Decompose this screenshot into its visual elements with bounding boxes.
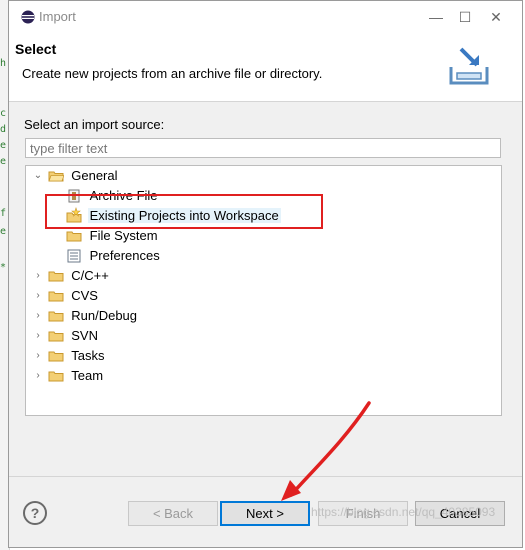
tree-item-label: C/C++: [71, 268, 109, 283]
eclipse-icon: [21, 10, 35, 24]
page-title: Select: [15, 41, 57, 57]
close-button[interactable]: ✕: [481, 5, 511, 29]
tree-item-tasks[interactable]: › Tasks: [32, 346, 106, 366]
page-description: Create new projects from an archive file…: [22, 66, 323, 81]
footer-divider: [9, 476, 522, 477]
tree-item-label: Archive File: [89, 188, 158, 203]
chevron-right-icon[interactable]: ›: [32, 306, 44, 326]
tree-item-cvs[interactable]: › CVS: [32, 286, 100, 306]
folder-icon: [48, 366, 64, 386]
help-button[interactable]: ?: [23, 501, 47, 525]
next-button[interactable]: Next >: [220, 501, 310, 526]
folder-open-icon: [48, 166, 65, 186]
folder-icon: [48, 266, 64, 286]
tree-item-cpp[interactable]: › C/C++: [32, 266, 111, 286]
maximize-button[interactable]: ☐: [450, 5, 480, 29]
tree-item-svn[interactable]: › SVN: [32, 326, 100, 346]
back-button[interactable]: < Back: [128, 501, 218, 526]
tree-item-team[interactable]: › Team: [32, 366, 105, 386]
filter-input[interactable]: [25, 138, 501, 158]
tree-item-existing-projects[interactable]: Existing Projects into Workspace: [66, 206, 281, 226]
chevron-down-icon[interactable]: ⌄: [32, 166, 44, 186]
wizard-header: Select Create new projects from an archi…: [9, 33, 522, 102]
tree-item-label: Run/Debug: [71, 308, 138, 323]
minimize-button[interactable]: —: [421, 5, 451, 29]
import-source-label: Select an import source:: [24, 117, 165, 132]
tree-item-label: General: [71, 168, 118, 183]
chevron-right-icon[interactable]: ›: [32, 326, 44, 346]
folder-icon: [48, 306, 64, 326]
tree-item-label: Preferences: [89, 248, 160, 263]
tree-item-label: Team: [71, 368, 104, 383]
tree-item-label: File System: [89, 228, 158, 243]
import-dialog: Import — ☐ ✕ Select Create new projects …: [8, 0, 523, 548]
chevron-right-icon[interactable]: ›: [32, 286, 44, 306]
tree-item-archive-file[interactable]: Archive File: [66, 186, 160, 206]
tree-item-label: Tasks: [71, 348, 105, 363]
tree-item-file-system[interactable]: File System: [66, 226, 160, 246]
watermark: https://blog.csdn.net/qq_40385093: [311, 505, 496, 519]
folder-icon: [48, 326, 64, 346]
tree-item-run-debug[interactable]: › Run/Debug: [32, 306, 139, 326]
tree-item-label: Existing Projects into Workspace: [87, 208, 281, 223]
tree-item-general[interactable]: ⌄ General: [32, 166, 120, 186]
archive-file-icon: [66, 186, 82, 206]
title-bar: Import — ☐ ✕: [9, 1, 522, 33]
import-source-tree[interactable]: ⌄ General Archive File Existing Projects…: [25, 165, 502, 416]
import-wizard-icon: [449, 47, 489, 85]
folder-icon: [48, 286, 64, 306]
existing-projects-icon: [66, 206, 82, 226]
chevron-right-icon[interactable]: ›: [32, 346, 44, 366]
tree-item-label: SVN: [71, 328, 98, 343]
preferences-icon: [66, 246, 82, 266]
chevron-right-icon[interactable]: ›: [32, 266, 44, 286]
tree-item-preferences[interactable]: Preferences: [66, 246, 162, 266]
window-title: Import: [39, 9, 76, 24]
chevron-right-icon[interactable]: ›: [32, 366, 44, 386]
folder-icon: [66, 226, 82, 246]
tree-item-label: CVS: [71, 288, 98, 303]
folder-icon: [48, 346, 64, 366]
